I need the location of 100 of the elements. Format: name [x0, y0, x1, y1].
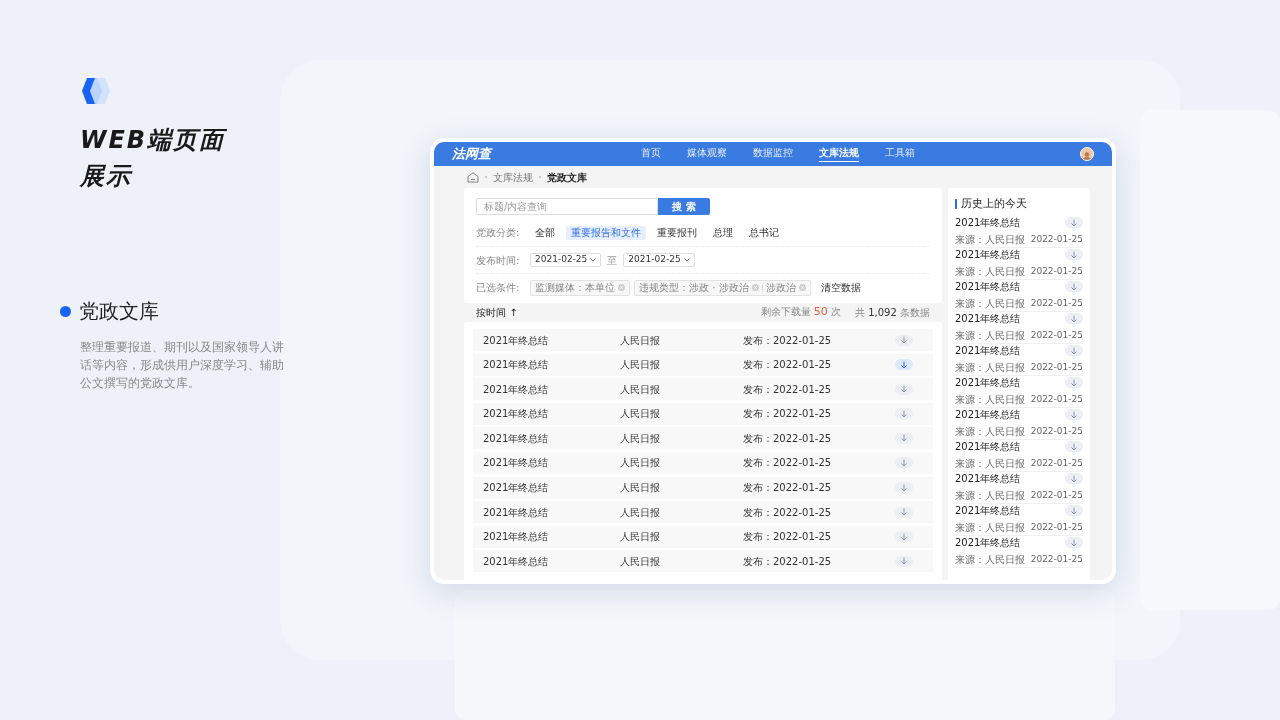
download-button[interactable] [1065, 217, 1083, 229]
caret-icon [683, 258, 690, 262]
date-dropdown[interactable]: 2021-02-25 [623, 253, 695, 267]
result-row[interactable]: 2021年终总结 人民日报 发布：2022-01-25 [473, 378, 933, 401]
history-title: 历史上的今天 [961, 196, 1027, 211]
download-button[interactable] [1065, 313, 1083, 325]
result-row[interactable]: 2021年终总结 人民日报 发布：2022-01-25 [473, 550, 933, 573]
category-tab[interactable]: 全部 [530, 225, 560, 240]
download-button[interactable] [1065, 281, 1083, 293]
breadcrumb-item[interactable]: 文库法规 [493, 169, 533, 185]
download-button[interactable] [895, 334, 913, 346]
history-item-title[interactable]: 2021年终总结 [955, 343, 1021, 359]
nav-link[interactable]: 文库法规 [819, 146, 859, 162]
download-button[interactable] [1065, 505, 1083, 517]
history-item-source: 来源：人民日报 [955, 521, 1025, 536]
history-item-source: 来源：人民日报 [955, 457, 1025, 472]
arrow-down-icon [1070, 346, 1078, 355]
clear-link[interactable]: 清空数据 [820, 280, 861, 295]
result-date: 发布：2022-01-25 [743, 333, 833, 348]
nav-link[interactable]: 工具箱 [885, 146, 915, 162]
user-avatar[interactable] [1080, 147, 1094, 161]
home-icon[interactable] [467, 171, 479, 183]
result-source: 人民日报 [620, 382, 661, 397]
result-row[interactable]: 2021年终总结 人民日报 发布：2022-01-25 [473, 329, 933, 351]
history-item-date: 2022-01-25 [1030, 553, 1083, 566]
result-title: 2021年终总结 [483, 431, 550, 446]
result-title: 2021年终总结 [483, 530, 550, 545]
result-row[interactable]: 2021年终总结 人民日报 发布：2022-01-25 [473, 525, 933, 548]
download-button[interactable] [1065, 409, 1083, 421]
history-item-title[interactable]: 2021年终总结 [955, 471, 1021, 487]
result-row[interactable]: 2021年终总结 人民日报 发布：2022-01-25 [473, 501, 933, 524]
download-button[interactable] [1065, 537, 1083, 549]
result-date: 发布：2022-01-25 [743, 456, 833, 471]
history-item-date: 2022-01-25 [1030, 425, 1083, 438]
download-button[interactable] [895, 359, 913, 371]
download-button[interactable] [1065, 441, 1083, 453]
date-dropdown[interactable]: 2021-02-25 [530, 253, 602, 267]
history-item-title[interactable]: 2021年终总结 [955, 535, 1021, 551]
result-row[interactable]: 2021年终总结 人民日报 发布：2022-01-25 [473, 451, 933, 474]
download-button[interactable] [895, 432, 913, 444]
filter-label: 已选条件: [476, 281, 521, 295]
result-row[interactable]: 2021年终总结 人民日报 发布：2022-01-25 [473, 427, 933, 450]
condition-text: 监测媒体：本单位 [535, 281, 615, 295]
search-button[interactable]: 搜 索 [658, 198, 710, 215]
result-source: 人民日报 [620, 554, 661, 569]
download-button[interactable] [895, 383, 913, 395]
download-button[interactable] [895, 408, 913, 420]
history-item-title[interactable]: 2021年终总结 [955, 375, 1021, 391]
breadcrumb-item: 党政文库 [547, 170, 587, 185]
history-item-source: 来源：人民日报 [955, 265, 1025, 280]
download-button[interactable] [895, 506, 913, 518]
history-item-title[interactable]: 2021年终总结 [955, 503, 1021, 519]
result-date: 发布：2022-01-25 [743, 382, 833, 397]
history-item-title[interactable]: 2021年终总结 [955, 407, 1021, 423]
arrow-down-icon [900, 458, 908, 467]
download-button[interactable] [1065, 377, 1083, 389]
download-button[interactable] [895, 457, 913, 469]
arrow-down-icon [1070, 218, 1078, 227]
history-item-source: 来源：人民日报 [955, 329, 1025, 344]
condition-text: 涉政治 [765, 281, 796, 295]
category-tab[interactable]: 重要报告和文件 [566, 225, 646, 240]
arrow-down-icon [1070, 250, 1078, 259]
arrow-down-icon [900, 557, 908, 566]
arrow-down-icon [900, 508, 908, 517]
result-row[interactable]: 2021年终总结 人民日报 发布：2022-01-25 [473, 402, 933, 425]
category-tab[interactable]: 总书记 [744, 225, 784, 240]
close-icon[interactable] [751, 284, 759, 291]
history-item-title[interactable]: 2021年终总结 [955, 311, 1021, 327]
arrow-down-icon [900, 409, 908, 418]
nav-link[interactable]: 首页 [641, 146, 661, 162]
nav-link[interactable]: 数据监控 [753, 146, 793, 162]
close-icon[interactable] [798, 284, 806, 291]
arrow-down-icon [1070, 410, 1078, 419]
download-button[interactable] [895, 555, 913, 567]
close-icon[interactable] [618, 284, 625, 291]
history-item-date: 2022-01-25 [1030, 329, 1083, 342]
history-item-title[interactable]: 2021年终总结 [955, 279, 1021, 295]
search-field[interactable]: 标题/内容查询 [476, 198, 658, 215]
history-item-date: 2022-01-25 [1030, 265, 1083, 278]
date-separator: 至 [607, 253, 618, 268]
history-item-date: 2022-01-25 [1030, 521, 1083, 534]
section-description: 整理重要报道、期刊以及国家领导人讲话等内容，形成供用户深度学习、辅助公文撰写的党政文库。 [80, 339, 285, 392]
nav-link[interactable]: 媒体观察 [687, 146, 727, 162]
download-button[interactable] [895, 531, 913, 543]
category-tab[interactable]: 重要报刊 [652, 225, 702, 240]
app-logo[interactable]: 法网查 [452, 144, 491, 164]
download-button[interactable] [1065, 473, 1083, 485]
history-item-title[interactable]: 2021年终总结 [955, 247, 1021, 263]
history-item-title[interactable]: 2021年终总结 [955, 215, 1021, 231]
result-source: 人民日报 [620, 333, 661, 348]
download-button[interactable] [1065, 345, 1083, 357]
history-item-title[interactable]: 2021年终总结 [955, 439, 1021, 455]
category-tab[interactable]: 总理 [708, 225, 738, 240]
download-button[interactable] [1065, 249, 1083, 261]
sort-button[interactable]: 按时间 ↑ [476, 305, 518, 320]
result-source: 人民日报 [620, 456, 661, 471]
result-source: 人民日报 [620, 530, 661, 545]
download-button[interactable] [895, 482, 913, 494]
result-row[interactable]: 2021年终总结 人民日报 发布：2022-01-25 [473, 476, 933, 499]
result-row[interactable]: 2021年终总结 人民日报 发布：2022-01-25 [473, 353, 933, 376]
